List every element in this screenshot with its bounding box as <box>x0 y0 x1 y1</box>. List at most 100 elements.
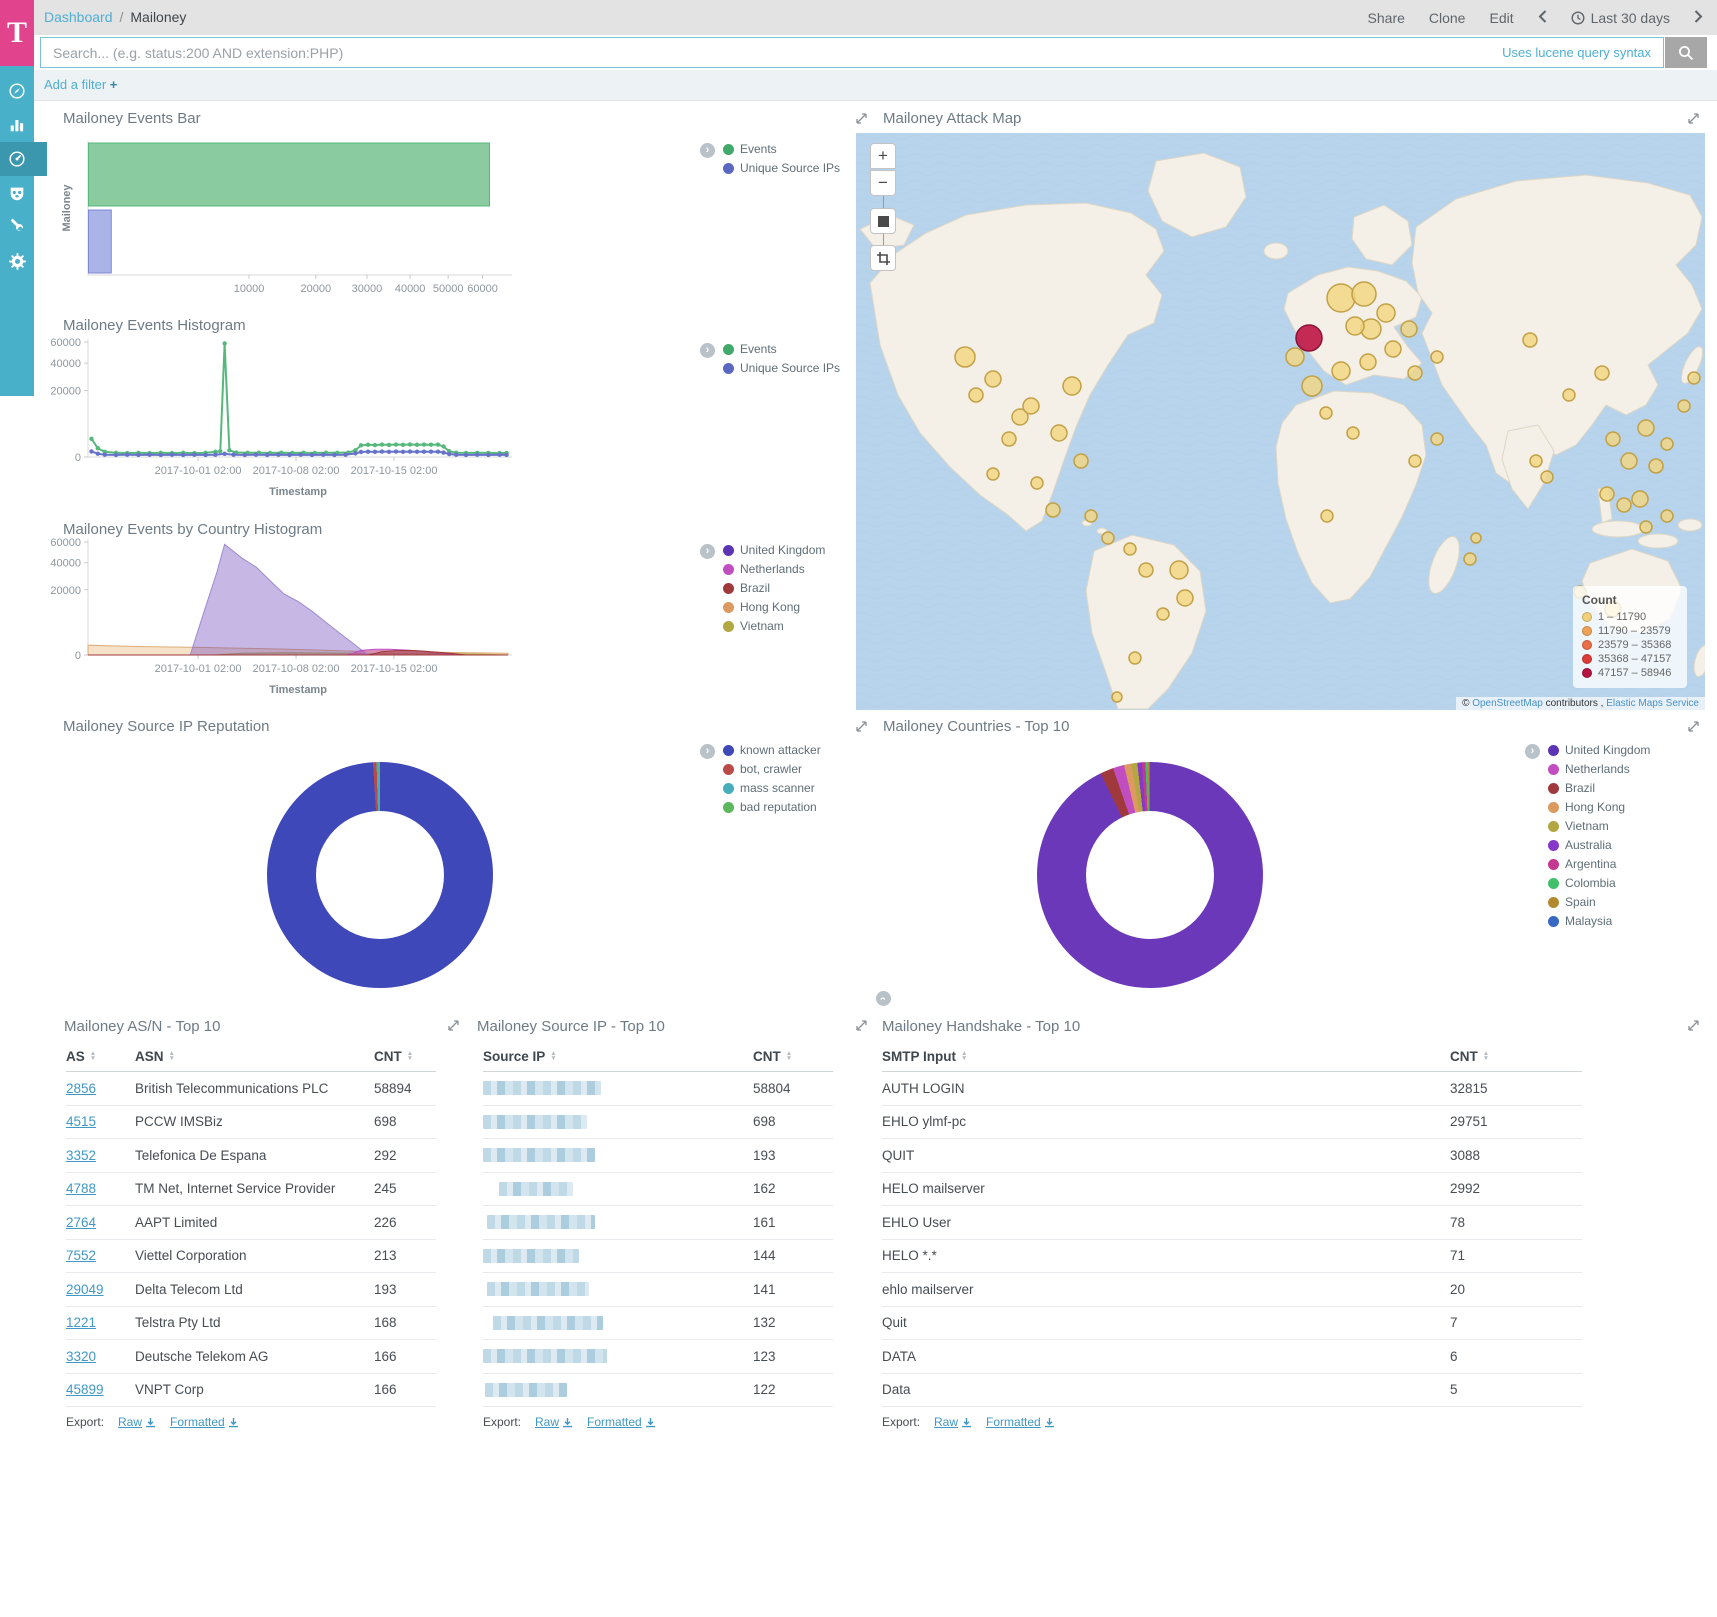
as-number-link[interactable]: 7552 <box>66 1248 96 1263</box>
legend-item-label[interactable]: Unique Source IPs <box>740 161 840 175</box>
edit-button[interactable]: Edit <box>1489 10 1513 26</box>
legend-item-label[interactable]: Netherlands <box>1565 762 1630 776</box>
legend-item-label[interactable]: Netherlands <box>740 562 805 576</box>
as-number-link[interactable]: 4515 <box>66 1114 96 1129</box>
expand-panel-icon[interactable] <box>855 720 868 733</box>
panel-title-source-ip-table[interactable]: Mailoney Source IP - Top 10 <box>477 1018 665 1035</box>
lucene-syntax-link[interactable]: Uses lucene query syntax <box>1502 45 1651 60</box>
search-input[interactable] <box>41 38 1663 67</box>
legend-item-label[interactable]: bad reputation <box>740 800 817 814</box>
column-header-cnt[interactable]: CNT▲▼ <box>374 1049 436 1064</box>
legend-item-label[interactable]: Brazil <box>1565 781 1595 795</box>
as-number-link[interactable]: 3320 <box>66 1349 96 1364</box>
search-button[interactable] <box>1665 37 1707 68</box>
expand-panel-icon[interactable] <box>447 1019 460 1032</box>
events-bar-legend: › Events Unique Source IPs <box>700 143 840 174</box>
column-header-cnt[interactable]: CNT▲▼ <box>1450 1049 1582 1064</box>
country-histogram-chart[interactable]: 02000040000600002017-10-01 02:002017-10-… <box>40 515 600 715</box>
map-zoom-out-button[interactable]: − <box>870 170 896 196</box>
add-filter-button[interactable]: Add a filter + <box>44 77 117 92</box>
as-number-link[interactable]: 1221 <box>66 1315 96 1330</box>
legend-item-label[interactable]: Spain <box>1565 895 1596 909</box>
svg-text:2017-10-15 02:00: 2017-10-15 02:00 <box>351 663 438 675</box>
table-row: 132 <box>483 1307 833 1341</box>
legend-item-label[interactable]: Vietnam <box>740 619 784 633</box>
export-formatted-link[interactable]: Formatted <box>170 1415 239 1429</box>
expand-panel-icon[interactable] <box>1687 720 1700 733</box>
time-forward-button[interactable] <box>1694 10 1703 26</box>
legend-toggle-icon[interactable]: › <box>700 544 715 559</box>
legend-item-label[interactable]: Events <box>740 342 777 356</box>
export-raw-link[interactable]: Raw <box>535 1415 573 1429</box>
as-number-link[interactable]: 2856 <box>66 1081 96 1096</box>
sidebar-item-timelion[interactable] <box>0 176 34 210</box>
time-back-button[interactable] <box>1538 10 1547 26</box>
panel-title-attack-map[interactable]: Mailoney Attack Map <box>883 110 1021 127</box>
legend-toggle-icon[interactable]: › <box>700 143 715 158</box>
legend-item-label[interactable]: United Kingdom <box>1565 743 1650 757</box>
clone-button[interactable]: Clone <box>1429 10 1466 26</box>
panel-title-asn-table[interactable]: Mailoney AS/N - Top 10 <box>64 1018 220 1035</box>
column-header-source-ip[interactable]: Source IP▲▼ <box>483 1049 753 1064</box>
legend-item-label[interactable]: Colombia <box>1565 876 1616 890</box>
legend-item: Netherlands <box>723 563 825 575</box>
map-legend-item: 35368 – 47157 <box>1582 653 1678 665</box>
column-header-cnt[interactable]: CNT▲▼ <box>753 1049 833 1064</box>
time-picker[interactable]: Last 30 days <box>1571 10 1670 26</box>
legend-item-label[interactable]: Argentina <box>1565 857 1616 871</box>
map-fit-bounds-button[interactable] <box>870 208 896 234</box>
expand-panel-icon[interactable] <box>1687 1019 1700 1032</box>
column-header-as[interactable]: AS▲▼ <box>66 1049 135 1064</box>
as-number-link[interactable]: 45899 <box>66 1382 104 1397</box>
legend-item-label[interactable]: Events <box>740 142 777 156</box>
sidebar-item-visualize[interactable] <box>0 108 34 142</box>
panel-title-handshake-table[interactable]: Mailoney Handshake - Top 10 <box>882 1018 1080 1035</box>
as-number-link[interactable]: 2764 <box>66 1215 96 1230</box>
legend-toggle-icon[interactable]: › <box>1525 744 1540 759</box>
legend-item-label[interactable]: Australia <box>1565 838 1612 852</box>
collapse-row-icon[interactable]: › <box>876 991 891 1006</box>
as-number-link[interactable]: 4788 <box>66 1181 96 1196</box>
legend-item-label[interactable]: Vietnam <box>1565 819 1609 833</box>
expand-panel-icon[interactable] <box>1687 112 1700 125</box>
panel-title-countries[interactable]: Mailoney Countries - Top 10 <box>883 718 1070 735</box>
column-header-smtp-input[interactable]: SMTP Input▲▼ <box>882 1049 1450 1064</box>
events-bar-chart[interactable]: 100002000030000400005000060000Mailoney <box>40 105 600 305</box>
column-header-asn[interactable]: ASN▲▼ <box>135 1049 374 1064</box>
legend-item-label[interactable]: bot, crawler <box>740 762 802 776</box>
legend-item-label[interactable]: known attacker <box>740 743 821 757</box>
elastic-maps-link[interactable]: Elastic Maps Service <box>1606 698 1699 709</box>
telekom-logo[interactable]: T <box>0 0 34 66</box>
expand-panel-icon[interactable] <box>855 1019 868 1032</box>
map-draw-filter-button[interactable] <box>870 245 896 271</box>
sidebar-item-discover[interactable] <box>0 74 34 108</box>
legend-item-label[interactable]: Hong Kong <box>740 600 800 614</box>
map-zoom-in-button[interactable]: + <box>870 143 896 169</box>
export-raw-link[interactable]: Raw <box>934 1415 972 1429</box>
legend-item-label[interactable]: Malaysia <box>1565 914 1612 928</box>
table-row: DATA 6 <box>882 1340 1582 1374</box>
legend-item-label[interactable]: Hong Kong <box>1565 800 1625 814</box>
sidebar-item-management[interactable] <box>0 244 34 278</box>
legend-toggle-icon[interactable]: › <box>700 744 715 759</box>
as-number-link[interactable]: 3352 <box>66 1148 96 1163</box>
legend-item-label[interactable]: mass scanner <box>740 781 815 795</box>
events-histogram-chart[interactable]: 02000040000600002017-10-01 02:002017-10-… <box>40 300 600 515</box>
breadcrumb-dashboard-link[interactable]: Dashboard <box>44 9 113 25</box>
as-number-link[interactable]: 29049 <box>66 1282 104 1297</box>
export-raw-link[interactable]: Raw <box>118 1415 156 1429</box>
expand-panel-icon[interactable] <box>855 112 868 125</box>
export-formatted-link[interactable]: Formatted <box>986 1415 1055 1429</box>
legend-item-label[interactable]: Brazil <box>740 581 770 595</box>
share-button[interactable]: Share <box>1368 10 1405 26</box>
sidebar-item-dev-tools[interactable] <box>0 210 34 244</box>
legend-toggle-icon[interactable]: › <box>700 343 715 358</box>
map-legend-label: 35368 – 47157 <box>1598 653 1671 665</box>
cnt-cell: 168 <box>374 1315 436 1330</box>
attack-map[interactable]: + − Count 1 – 11790 11790 – 23579 23579 … <box>856 133 1705 710</box>
table-row: Data 5 <box>882 1374 1582 1408</box>
legend-item-label[interactable]: Unique Source IPs <box>740 361 840 375</box>
export-formatted-link[interactable]: Formatted <box>587 1415 656 1429</box>
openstreetmap-link[interactable]: OpenStreetMap <box>1472 698 1543 709</box>
legend-item-label[interactable]: United Kingdom <box>740 543 825 557</box>
